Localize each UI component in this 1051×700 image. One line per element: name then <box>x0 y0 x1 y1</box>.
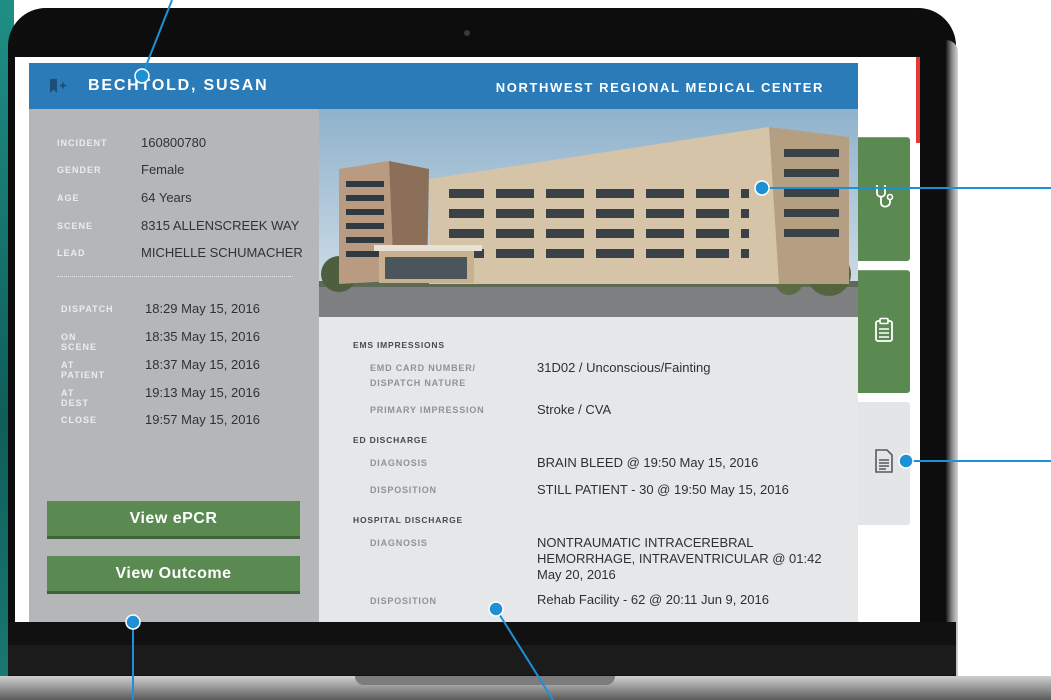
time-label: AT PATIENT <box>61 360 106 380</box>
field-label: GENDER <box>57 165 102 175</box>
field-value: MICHELLE SCHUMACHER <box>141 245 303 260</box>
section-hospital-discharge: HOSPITAL DISCHARGE <box>353 515 463 525</box>
time-value: 19:57 May 15, 2016 <box>145 412 260 427</box>
patient-app: BECHTOLD, SUSAN NORTHWEST REGIONAL MEDIC… <box>29 63 858 623</box>
field-value: 64 Years <box>141 190 192 205</box>
time-label: ON SCENE <box>61 332 98 352</box>
document-icon <box>874 448 894 479</box>
laptop-base-notch <box>355 676 615 685</box>
primary-impression-value: Stroke / CVA <box>537 402 612 417</box>
time-value: 18:29 May 15, 2016 <box>145 301 260 316</box>
view-outcome-button[interactable]: View Outcome <box>47 556 300 594</box>
time-label: CLOSE <box>61 415 98 425</box>
ed-diagnosis-label: DIAGNOSIS <box>370 458 428 468</box>
facility-name: NORTHWEST REGIONAL MEDICAL CENTER <box>495 80 824 95</box>
discharge-details: EMS IMPRESSIONS EMD CARD NUMBER/ DISPATC… <box>319 317 858 623</box>
time-value: 19:13 May 15, 2016 <box>145 385 260 400</box>
laptop-screen: BECHTOLD, SUSAN NORTHWEST REGIONAL MEDIC… <box>15 57 920 623</box>
emd-label-line2: DISPATCH NATURE <box>370 378 466 388</box>
ed-diagnosis-value: BRAIN BLEED @ 19:50 May 15, 2016 <box>537 455 759 470</box>
time-label: DISPATCH <box>61 304 114 314</box>
dotted-divider <box>57 276 293 277</box>
time-value: 18:35 May 15, 2016 <box>145 329 260 344</box>
field-label: LEAD <box>57 248 86 258</box>
laptop-chin-band <box>8 645 956 675</box>
side-tab-bar <box>858 137 910 527</box>
hospital-diagnosis-line2: HEMORRHAGE, INTRAVENTRICULAR @ 01:42 <box>537 551 822 566</box>
camera-dot <box>464 30 470 36</box>
app-header: BECHTOLD, SUSAN NORTHWEST REGIONAL MEDIC… <box>29 63 858 109</box>
section-ems-impressions: EMS IMPRESSIONS <box>353 340 445 350</box>
field-label: SCENE <box>57 221 94 231</box>
field-value: 160800780 <box>141 135 207 150</box>
field-value: 8315 ALLENSCREEK WAY <box>141 218 300 233</box>
view-epcr-button[interactable]: View ePCR <box>47 501 300 539</box>
laptop-edge <box>946 40 958 680</box>
time-value: 18:37 May 15, 2016 <box>145 357 260 372</box>
hospital-diagnosis-label: DIAGNOSIS <box>370 538 428 548</box>
ed-disposition-label: DISPOSITION <box>370 485 437 495</box>
tab-stethoscope[interactable] <box>858 137 910 261</box>
patient-name: BECHTOLD, SUSAN <box>88 77 269 94</box>
field-label: AGE <box>57 193 80 203</box>
primary-impression-label: PRIMARY IMPRESSION <box>370 405 485 415</box>
patient-summary-panel: INCIDENT 160800780 GENDER Female AGE 64 … <box>29 109 319 623</box>
field-label: INCIDENT <box>57 138 108 148</box>
clipboard-icon <box>874 317 894 348</box>
hospital-disposition-value: Rehab Facility - 62 @ 20:11 Jun 9, 2016 <box>537 592 769 607</box>
hospital-disposition-label: DISPOSITION <box>370 596 437 606</box>
facility-image <box>319 109 858 317</box>
red-marker <box>916 57 920 143</box>
emd-label-line1: EMD CARD NUMBER/ <box>370 363 476 373</box>
time-label: AT DEST <box>61 388 90 408</box>
ed-disposition-value: STILL PATIENT - 30 @ 19:50 May 15, 2016 <box>537 482 789 497</box>
emd-value: 31D02 / Unconscious/Fainting <box>537 360 711 375</box>
tab-document[interactable] <box>858 402 910 525</box>
stethoscope-icon <box>873 183 895 216</box>
hospital-diagnosis-line3: May 20, 2016 <box>537 567 616 582</box>
section-ed-discharge: ED DISCHARGE <box>353 435 428 445</box>
hospital-diagnosis-line1: NONTRAUMATIC INTRACEREBRAL <box>537 535 754 550</box>
bookmark-add-icon[interactable] <box>49 78 67 94</box>
field-value: Female <box>141 162 185 177</box>
tab-clipboard[interactable] <box>858 270 910 393</box>
